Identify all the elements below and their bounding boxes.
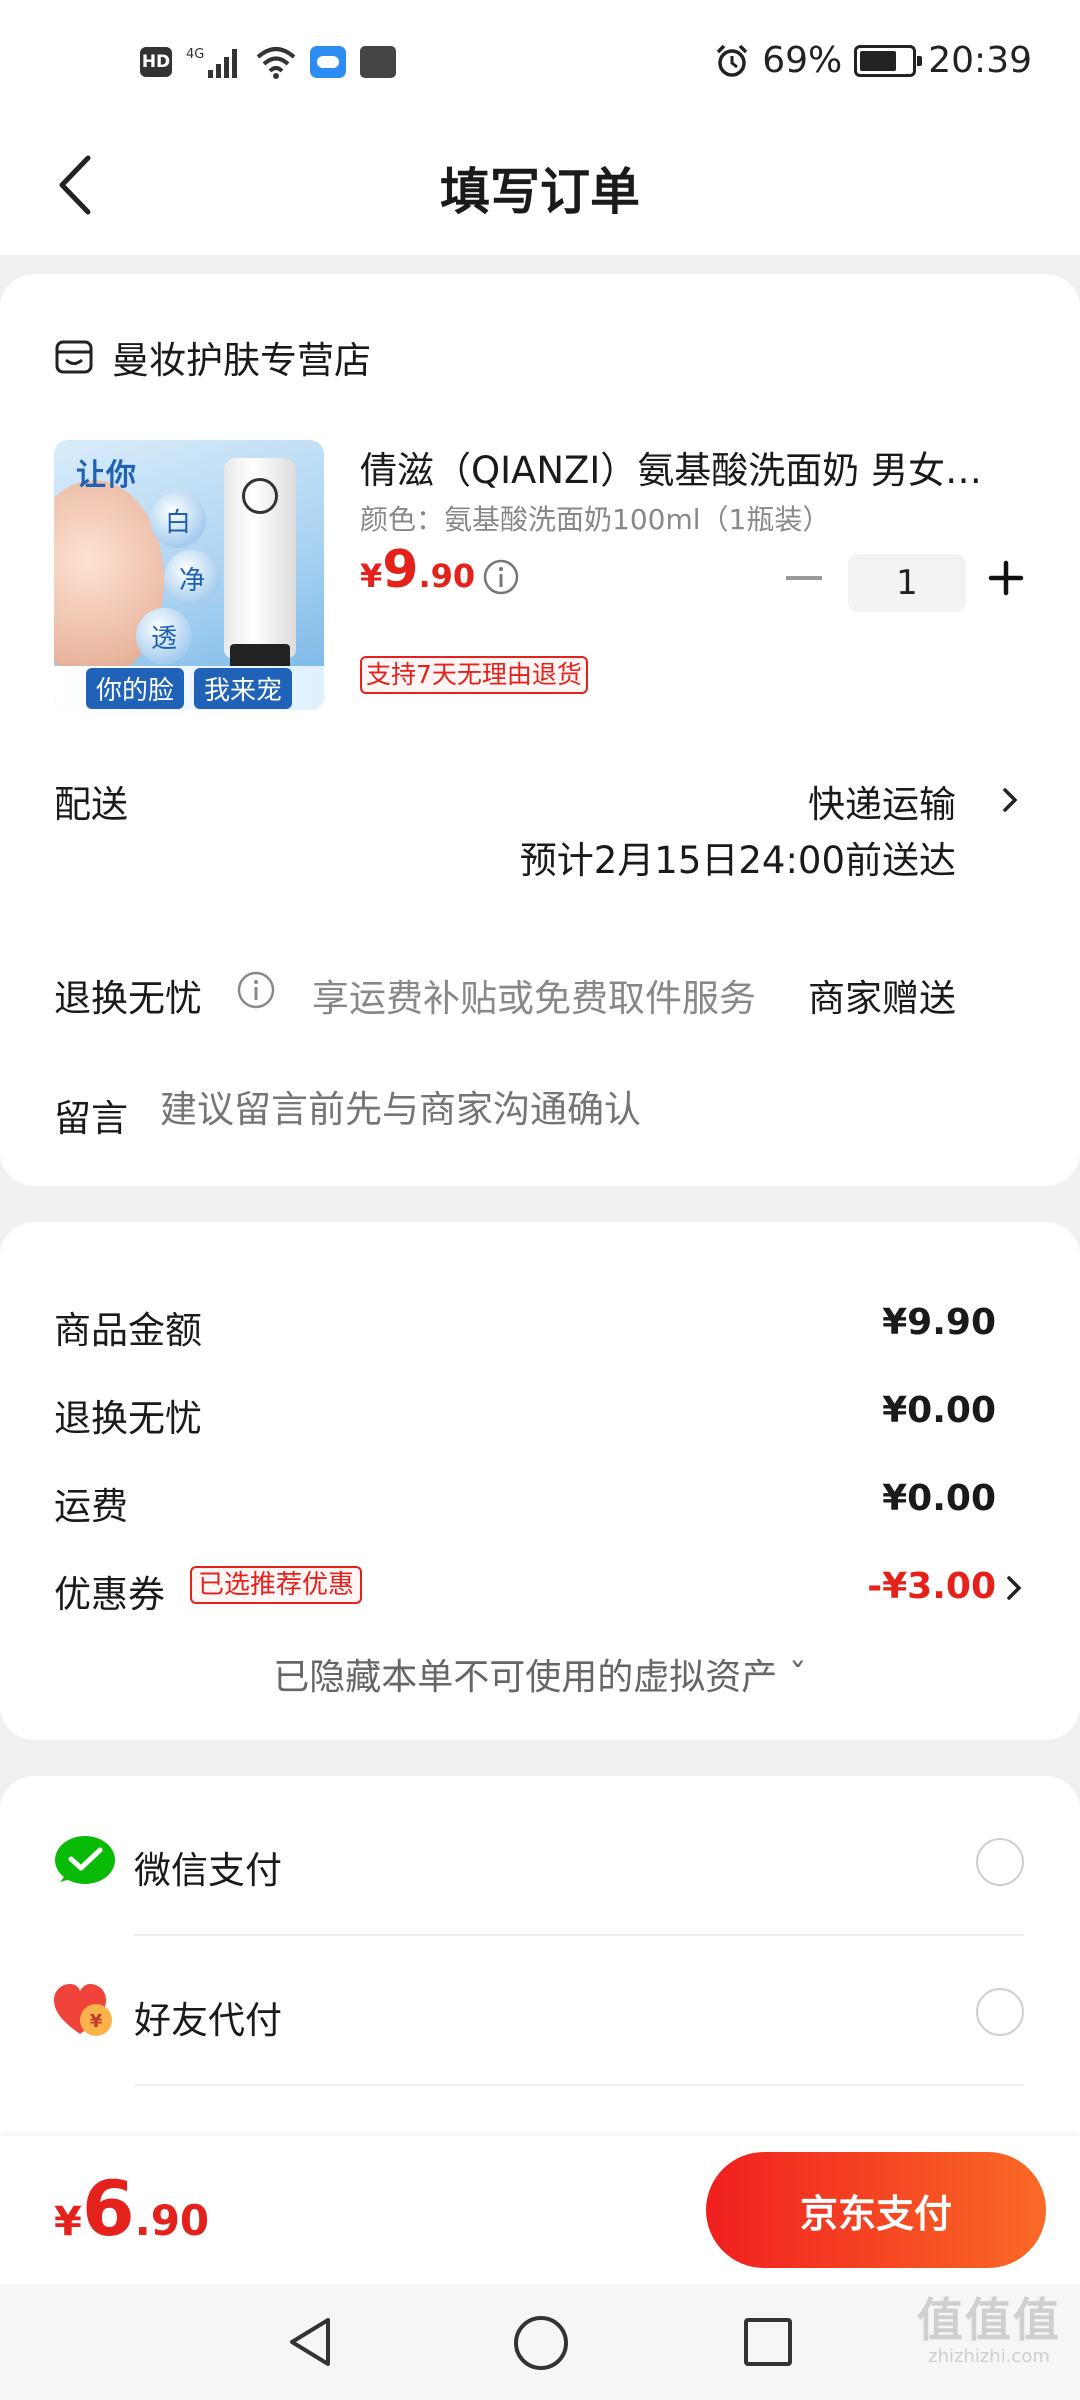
alarm-icon: [716, 44, 748, 77]
header: 填写订单: [0, 120, 1080, 255]
quantity-input[interactable]: 1: [848, 554, 966, 612]
total-price-integer: 6: [81, 2164, 135, 2253]
battery-percent: 69%: [762, 40, 843, 81]
order-card: 曼妆护肤专营店 让你 白 净 透 你的脸 我来宠 倩滋（QIANZI）氨基酸洗面…: [0, 274, 1080, 1186]
worry-free-fee-label: 退换无忧: [54, 1397, 202, 1440]
payment-divider: [134, 2084, 1024, 2086]
brand-logo-icon: [242, 478, 278, 514]
worry-free-description: 享运费补贴或免费取件服务: [312, 977, 756, 1020]
wechat-pay-radio[interactable]: [976, 1838, 1024, 1886]
watermark: 值值值 zhizhizhi.com: [914, 2284, 1064, 2367]
product-price-decimal: .90: [418, 557, 476, 595]
system-home-button[interactable]: [514, 2316, 568, 2370]
product-spec: 颜色：氨基酸洗面奶100ml（1瓶装）: [360, 503, 831, 536]
total-price-symbol: ¥: [54, 2199, 82, 2245]
jd-pay-button[interactable]: 京东支付: [706, 2152, 1046, 2268]
system-back-button[interactable]: [284, 2314, 336, 2370]
product-image-banner: 你的脸 我来宠: [54, 666, 324, 710]
signal-icon: 4G: [186, 47, 237, 78]
coupon-badge: 已选推荐优惠: [190, 1566, 363, 1604]
total-price-decimal: .90: [134, 2196, 210, 2245]
coupon-chevron-right-icon[interactable]: [1004, 1574, 1024, 1602]
goods-amount-label: 商品金额: [54, 1309, 202, 1352]
product-price-symbol: ¥: [360, 557, 383, 595]
network-type-label: 4G: [186, 47, 204, 62]
page-title: 填写订单: [440, 163, 640, 221]
payment-option-label: 好友代付: [134, 1999, 282, 2042]
worry-free-info-icon[interactable]: [236, 970, 276, 1010]
message-input[interactable]: [160, 1088, 1020, 1131]
shipping-value: ¥0.00: [882, 1478, 996, 1519]
message-label: 留言: [54, 1097, 128, 1140]
coupon-value[interactable]: -¥3.00: [867, 1566, 996, 1607]
product-image-tube: [224, 458, 296, 678]
friend-pay-radio[interactable]: [976, 1988, 1024, 2036]
watermark-mark: 值值值: [917, 2293, 1061, 2347]
worry-free-label: 退换无忧: [54, 977, 202, 1020]
worry-free-gift: 商家赠送: [808, 977, 956, 1020]
return-policy-badge: 支持7天无理由退货: [360, 656, 588, 694]
product-price: ¥9.90: [360, 540, 475, 600]
payment-card: [0, 1776, 1080, 2136]
svg-text:¥: ¥: [90, 2011, 103, 2032]
status-bar: HD 4G 69% 20:39: [0, 0, 1080, 120]
battery-icon: [854, 44, 923, 77]
product-price-integer: 9: [382, 540, 419, 600]
total-price: ¥6.90: [54, 2164, 209, 2253]
hidden-assets-toggle[interactable]: 已隐藏本单不可使用的虚拟资产 ˇ: [0, 1648, 1080, 1700]
product-image-bubble: 净: [164, 550, 220, 606]
store-icon: [55, 340, 93, 374]
goods-amount-value: ¥9.90: [882, 1302, 996, 1343]
quantity-increase-button[interactable]: [988, 560, 1024, 596]
product-image-banner-left: 你的脸: [85, 667, 184, 709]
quantity-decrease-button[interactable]: [786, 576, 822, 580]
delivery-method[interactable]: 快递运输: [808, 774, 956, 828]
delivery-eta: 预计2月15日24:00前送达: [519, 839, 956, 882]
delivery-label: 配送: [54, 783, 128, 826]
worry-free-fee-value: ¥0.00: [882, 1390, 996, 1431]
shipping-label: 运费: [54, 1485, 128, 1528]
clock-time: 20:39: [928, 40, 1032, 81]
coupon-label: 优惠券: [54, 1573, 165, 1616]
hd-icon: HD: [140, 47, 172, 77]
wifi-icon: [256, 47, 296, 79]
status-right-icons: 69% 20:39: [714, 40, 1032, 81]
system-nav-bar: 值值值 zhizhizhi.com: [0, 2284, 1080, 2400]
checkout-bar: ¥6.90 京东支付: [0, 2136, 1080, 2284]
delivery-chevron-right-icon[interactable]: [1000, 786, 1020, 814]
product-title[interactable]: 倩滋（QIANZI）氨基酸洗面奶 男女…: [360, 440, 1020, 494]
store-row[interactable]: 曼妆护肤专营店: [54, 330, 371, 384]
payment-option-label: 微信支付: [134, 1849, 282, 1892]
friend-pay-icon: ¥: [54, 1984, 112, 2036]
mail-icon: [360, 46, 396, 78]
watermark-url: zhizhizhi.com: [928, 2346, 1050, 2367]
status-left-icons: HD 4G: [140, 44, 396, 80]
wechat-pay-icon: [55, 1836, 115, 1884]
store-name: 曼妆护肤专营店: [112, 339, 371, 382]
product-image[interactable]: 让你 白 净 透 你的脸 我来宠: [54, 440, 324, 710]
product-image-bubble: 白: [150, 492, 206, 548]
payment-divider: [134, 1934, 1024, 1936]
product-image-bubble: 透: [136, 608, 192, 664]
cloud-icon: [310, 46, 346, 78]
product-image-banner-right: 我来宠: [194, 667, 293, 709]
system-recents-button[interactable]: [744, 2318, 792, 2366]
price-info-icon[interactable]: [482, 558, 520, 596]
product-image-tag: 让你: [76, 458, 136, 493]
